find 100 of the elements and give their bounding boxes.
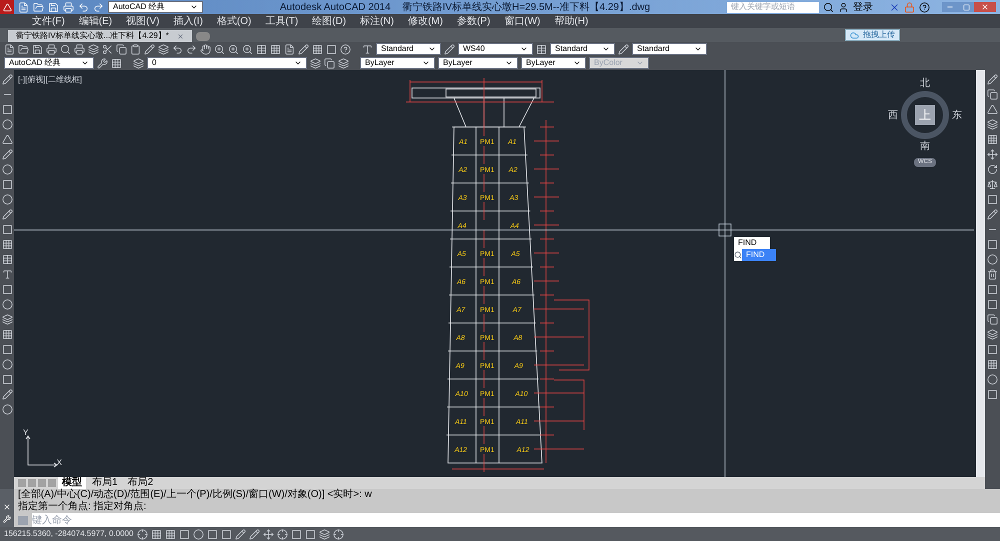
menu-item[interactable]: 工具(T) <box>265 14 298 28</box>
workspace-icon[interactable] <box>111 58 122 68</box>
layer-dropdown[interactable]: 0 <box>147 57 307 69</box>
toolbar-icon[interactable] <box>270 44 281 54</box>
draw-tool-icon[interactable] <box>2 119 12 130</box>
toolbar-icon[interactable] <box>312 44 323 54</box>
modify-tool-icon[interactable] <box>987 344 998 355</box>
help-icon[interactable] <box>919 2 930 12</box>
modify-tool-icon[interactable] <box>987 374 998 385</box>
status-toggle-icon[interactable] <box>193 528 204 540</box>
menu-item[interactable]: 绘图(D) <box>312 14 346 28</box>
draw-tool-icon[interactable] <box>2 134 12 145</box>
draw-tool-icon[interactable] <box>2 404 12 415</box>
table-style-dropdown[interactable]: Standard <box>550 43 615 55</box>
menu-item[interactable]: 编辑(E) <box>78 14 112 28</box>
menu-item[interactable]: 文件(F) <box>32 14 65 28</box>
toolbar-icon[interactable] <box>172 44 183 54</box>
status-toggle-icon[interactable] <box>305 528 316 540</box>
modify-tool-icon[interactable] <box>987 149 998 160</box>
draw-tool-icon[interactable] <box>2 359 12 370</box>
modify-tool-icon[interactable] <box>987 299 998 310</box>
modify-tool-icon[interactable] <box>987 209 998 220</box>
menu-item[interactable]: 格式(O) <box>216 14 252 28</box>
mleader-style-icon[interactable] <box>618 44 629 54</box>
menu-item[interactable]: 参数(P) <box>456 14 490 28</box>
toolbar-icon[interactable] <box>4 44 15 54</box>
dim-style-icon[interactable] <box>444 44 455 54</box>
wrench-icon[interactable] <box>3 515 11 523</box>
draw-tool-icon[interactable] <box>2 74 12 85</box>
close-icon[interactable] <box>176 32 184 40</box>
modify-tool-icon[interactable] <box>987 89 998 100</box>
layout-tab[interactable]: 模型 <box>58 477 86 489</box>
modify-tool-icon[interactable] <box>987 254 998 265</box>
status-toggle-icon[interactable] <box>277 528 288 540</box>
search-field[interactable]: 键入关键字或短语 <box>727 2 819 12</box>
print-icon[interactable] <box>63 2 74 12</box>
modify-tool-icon[interactable] <box>987 194 998 205</box>
toolbar-icon[interactable] <box>256 44 267 54</box>
toolbar-icon[interactable] <box>228 44 239 54</box>
document-tab[interactable]: 衢宁铁路IV标单线实心墩...准下料【4.29】* <box>8 30 192 42</box>
draw-tool-icon[interactable] <box>2 254 12 265</box>
toolbar-icon[interactable] <box>74 44 85 54</box>
toolbar-icon[interactable] <box>326 44 337 54</box>
maximize-button[interactable] <box>958 2 974 12</box>
draw-tool-icon[interactable] <box>2 239 12 250</box>
draw-tool-icon[interactable] <box>2 209 12 220</box>
lineweight-dropdown[interactable]: ByLayer <box>521 57 586 69</box>
draw-tool-icon[interactable] <box>2 224 12 235</box>
layer-icon[interactable] <box>310 58 321 68</box>
menu-item[interactable]: 标注(N) <box>360 14 394 28</box>
modify-tool-icon[interactable] <box>987 239 998 250</box>
toolbar-icon[interactable] <box>88 44 99 54</box>
command-line-field[interactable]: 键入命令 <box>32 513 1000 527</box>
draw-tool-icon[interactable] <box>2 329 12 340</box>
draw-tool-icon[interactable] <box>2 389 12 400</box>
toolbar-icon[interactable] <box>158 44 169 54</box>
open-icon[interactable] <box>33 2 44 12</box>
save-icon[interactable] <box>48 2 59 12</box>
toolbar-icon[interactable] <box>116 44 127 54</box>
menu-item[interactable]: 视图(V) <box>126 14 160 28</box>
table-style-icon[interactable] <box>536 44 547 54</box>
modify-tool-icon[interactable] <box>987 314 998 325</box>
status-toggle-icon[interactable] <box>221 528 232 540</box>
status-toggle-icon[interactable] <box>319 528 330 540</box>
menu-item[interactable]: 窗口(W) <box>504 14 540 28</box>
toolbar-icon[interactable] <box>340 44 351 54</box>
status-toggle-icon[interactable] <box>207 528 218 540</box>
toolbar-icon[interactable] <box>130 44 141 54</box>
draw-tool-icon[interactable] <box>2 104 12 115</box>
modify-tool-icon[interactable] <box>987 104 998 115</box>
undo-icon[interactable] <box>78 2 89 12</box>
layer-icon[interactable] <box>133 58 144 68</box>
toolbar-icon[interactable] <box>144 44 155 54</box>
draw-tool-icon[interactable] <box>2 149 12 160</box>
settings-icon[interactable] <box>97 58 108 68</box>
app-logo-icon[interactable] <box>0 0 14 14</box>
draw-tool-icon[interactable] <box>2 194 12 205</box>
color-dropdown[interactable]: ByLayer <box>360 57 435 69</box>
status-toggle-icon[interactable] <box>151 528 162 540</box>
toolbar-icon[interactable] <box>186 44 197 54</box>
status-toggle-icon[interactable] <box>137 528 148 540</box>
status-toggle-icon[interactable] <box>165 528 176 540</box>
modify-tool-icon[interactable] <box>987 119 998 130</box>
toolbar-icon[interactable] <box>102 44 113 54</box>
draw-tool-icon[interactable] <box>2 299 12 310</box>
draw-tool-icon[interactable] <box>2 344 12 355</box>
linetype-dropdown[interactable]: ByLayer <box>438 57 518 69</box>
modify-tool-icon[interactable] <box>987 134 998 145</box>
viewport-label[interactable]: [-][俯视][二维线框] <box>18 74 82 86</box>
login-link[interactable]: 登录 <box>853 0 873 14</box>
compass-label[interactable]: 东 <box>952 108 962 122</box>
layer-icon[interactable] <box>324 58 335 68</box>
status-toggle-icon[interactable] <box>333 528 344 540</box>
workspace-dropdown[interactable]: AutoCAD 经典 <box>4 57 94 69</box>
dim-style-dropdown[interactable]: WS40 <box>458 43 533 55</box>
menu-item[interactable]: 帮助(H) <box>554 14 588 28</box>
user-icon[interactable] <box>838 2 849 12</box>
modify-tool-icon[interactable] <box>987 269 998 280</box>
toolbar-icon[interactable] <box>32 44 43 54</box>
draw-tool-icon[interactable] <box>2 164 12 175</box>
